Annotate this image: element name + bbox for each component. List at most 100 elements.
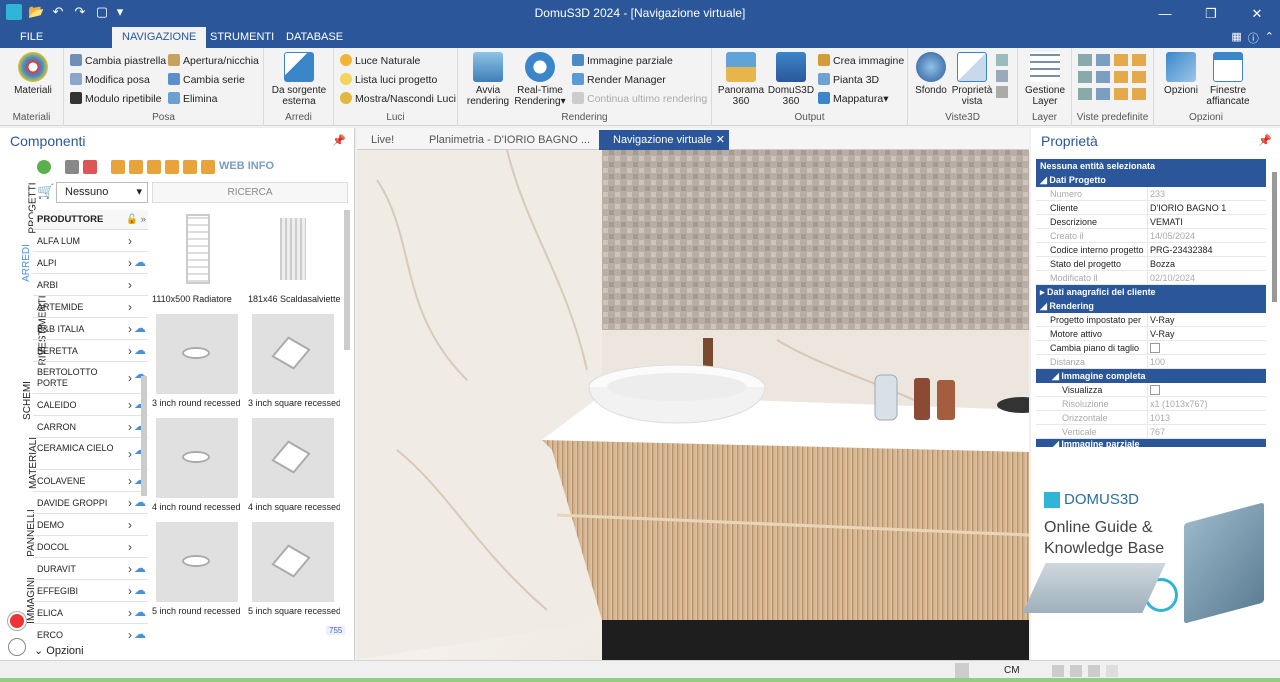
producer-item[interactable]: CARRON › ☁ [33, 416, 148, 438]
section-rendering[interactable]: ◢ Rendering [1036, 299, 1266, 313]
vtab-pannelli[interactable]: PANNELLI [8, 498, 37, 568]
minimize-icon[interactable]: — [1142, 0, 1188, 27]
view-cube-icon[interactable] [1132, 54, 1146, 66]
luce-naturale-button[interactable]: Luce Naturale [340, 52, 420, 70]
opzioni-button[interactable]: Opzioni [1158, 52, 1204, 96]
cloud-download-icon[interactable]: ☁ [134, 255, 146, 269]
thumbnail-item[interactable]: 3 inch round recessed [150, 314, 246, 412]
property-row[interactable]: Orizzontale 1013 [1036, 411, 1266, 425]
real-time-rendering-button[interactable]: Real-Time Rendering▾ [514, 52, 566, 107]
catalog-icon[interactable] [165, 160, 179, 174]
view-cube-icon[interactable] [1132, 71, 1146, 83]
close-tab-icon[interactable]: ✕ [716, 130, 725, 150]
view-cube-icon[interactable] [1132, 88, 1146, 100]
producer-item[interactable]: CERAMICA CIELO › ☁ [33, 438, 148, 470]
continua-ultimo-rendering-button[interactable]: Continua ultimo rendering [572, 90, 707, 108]
producer-item[interactable]: DOCOL › [33, 536, 148, 558]
unit-indicator[interactable]: CM [1004, 665, 1020, 676]
producer-item[interactable]: COLAVENE › ☁ [33, 470, 148, 492]
property-row[interactable]: Modificato il 02/10/2024 [1036, 271, 1266, 285]
cart-dropdown[interactable]: Nessuno [56, 182, 148, 203]
thumbnail-item[interactable]: 4 inch round recessed [150, 418, 246, 516]
tab-navigazione[interactable]: NAVIGAZIONE [112, 27, 207, 48]
cart-circle-icon[interactable] [8, 638, 26, 656]
section-immagine-parziale[interactable]: ◢ Immagine parziale [1036, 439, 1266, 447]
producer-scrollbar[interactable] [141, 376, 147, 496]
camera-icon[interactable] [996, 54, 1008, 66]
avvia-rendering-button[interactable]: Avvia rendering [464, 52, 512, 107]
thumbnail-item[interactable]: 5 inch square recessed [246, 522, 342, 618]
render-manager-button[interactable]: Render Manager [572, 71, 666, 89]
panorama-360-button[interactable]: Panorama 360 [716, 52, 766, 107]
chevron-right-icon[interactable]: › [128, 252, 132, 274]
3d-viewport[interactable] [357, 150, 1029, 660]
view-cube-icon[interactable] [1078, 71, 1092, 83]
producer-item[interactable]: DEMO › [33, 514, 148, 536]
lock-expand-icon[interactable]: 🔓 » [126, 210, 146, 230]
property-row[interactable]: Codice interno progetto PRG-23432384 [1036, 243, 1266, 257]
producer-item[interactable]: B&B ITALIA › ☁ [33, 318, 148, 340]
section-dati-progetto[interactable]: ◢ Dati Progetto [1036, 173, 1266, 187]
tab-navigazione-virtuale[interactable]: Navigazione virtuale ✕ [599, 130, 729, 150]
property-value[interactable]: 100 [1148, 355, 1266, 368]
mappatura-button[interactable]: Mappatura▾ [818, 90, 888, 108]
pen-icon[interactable] [996, 70, 1008, 82]
view-cube-icon[interactable] [1114, 71, 1128, 83]
property-row[interactable]: Cambia piano di taglio [1036, 341, 1266, 355]
chevron-right-icon[interactable]: › [128, 514, 132, 536]
producer-item[interactable]: DAVIDE GROPPI › ☁ [33, 492, 148, 514]
property-value[interactable]: Bozza [1148, 257, 1266, 270]
mostra-nascondi-luci-button[interactable]: Mostra/Nascondi Luci [340, 90, 456, 108]
domus3d-360-button[interactable]: DomuS3D 360 [766, 52, 816, 107]
property-value[interactable]: V-Ray [1148, 327, 1266, 340]
cloud-download-icon[interactable]: ☁ [134, 627, 146, 640]
chevron-right-icon[interactable]: › [128, 296, 132, 318]
cambia-piastrella-button[interactable]: Cambia piastrella [70, 52, 166, 70]
producer-item[interactable]: ARBI › [33, 274, 148, 296]
tab-strumenti[interactable]: STRUMENTI [200, 27, 284, 48]
chevron-right-icon[interactable]: › [128, 367, 132, 389]
vtab-arredi[interactable]: ARREDI [8, 238, 32, 288]
restore-icon[interactable]: ❐ [1188, 0, 1234, 27]
properties-scrollbar[interactable] [1272, 172, 1277, 302]
chevron-right-icon[interactable]: › [128, 602, 132, 624]
info-icon[interactable]: ⓘ [1248, 30, 1259, 46]
view-cube-icon[interactable] [1096, 88, 1110, 100]
close-icon[interactable]: ✕ [1234, 0, 1280, 27]
property-row[interactable]: Visualizza [1036, 383, 1266, 397]
property-row[interactable]: Descrizione VEMATI [1036, 215, 1266, 229]
grid-icon[interactable] [1052, 665, 1064, 677]
property-value[interactable]: PRG-23432384 [1148, 243, 1266, 256]
ortho-icon[interactable] [1088, 665, 1100, 677]
chevron-right-icon[interactable]: › [128, 416, 132, 438]
thumbnail-item[interactable]: 1110x500 Radiatore [150, 210, 246, 308]
property-value[interactable]: x1 (1013x767) [1148, 397, 1266, 410]
producer-item[interactable]: ALPI › ☁ [33, 252, 148, 274]
chevron-right-icon[interactable]: › [128, 230, 132, 252]
immagine-parziale-button[interactable]: Immagine parziale [572, 52, 673, 70]
apertura-nicchia-button[interactable]: Apertura/nicchia [168, 52, 259, 70]
property-row[interactable]: Stato del progetto Bozza [1036, 257, 1266, 271]
property-value[interactable]: 233 [1148, 187, 1266, 200]
property-value[interactable] [1148, 341, 1266, 354]
catalog-icon[interactable] [183, 160, 197, 174]
producer-item[interactable]: ARTEMIDE › [33, 296, 148, 318]
chevron-right-icon[interactable]: › [128, 394, 132, 416]
brush-icon[interactable] [996, 86, 1008, 98]
cloud-download-icon[interactable]: ☁ [134, 495, 146, 509]
view-cube-icon[interactable] [1114, 54, 1128, 66]
tab-live[interactable]: Live! [357, 130, 408, 150]
property-row[interactable]: Creato il 14/05/2024 [1036, 229, 1266, 243]
tab-file[interactable]: FILE [10, 27, 53, 48]
producer-item[interactable]: DURAVIT › ☁ [33, 558, 148, 580]
property-value[interactable] [1148, 383, 1266, 396]
web-info-button[interactable]: WEB INFO [219, 160, 274, 174]
property-value[interactable]: 14/05/2024 [1148, 229, 1266, 242]
catalog-icon[interactable] [111, 160, 125, 174]
producer-item[interactable]: EFFEGIBI › ☁ [33, 580, 148, 602]
producer-item[interactable]: ELICA › ☁ [33, 602, 148, 624]
property-row[interactable]: Numero 233 [1036, 187, 1266, 201]
thumbnail-item[interactable]: 4 inch square recessed [246, 418, 342, 516]
catalog-icon[interactable] [201, 160, 215, 174]
sfondo-button[interactable]: Sfondo [912, 52, 950, 96]
